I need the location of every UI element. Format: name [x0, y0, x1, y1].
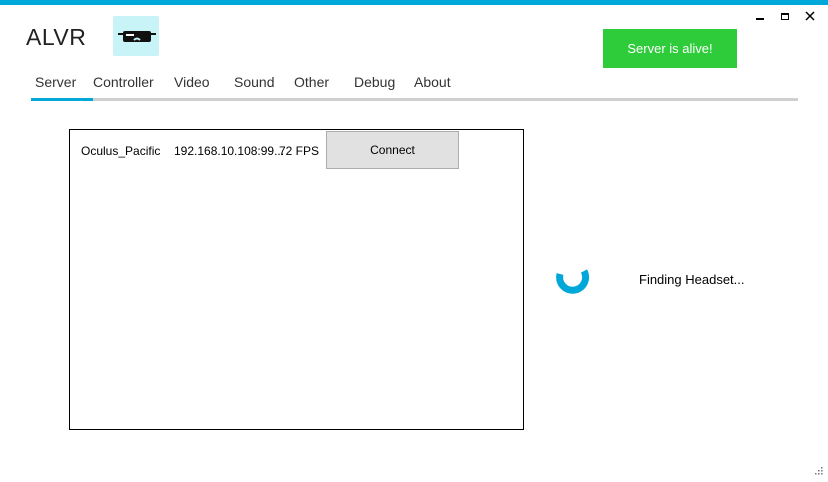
app-logo — [113, 16, 159, 56]
maximize-button[interactable] — [775, 8, 795, 24]
tab-server[interactable]: Server — [35, 74, 76, 90]
headset-list[interactable]: Oculus_Pacific 192.168.10.108:99... 72 F… — [69, 129, 524, 430]
vr-headset-icon — [118, 31, 156, 42]
finding-headset-text: Finding Headset... — [639, 272, 745, 287]
close-icon — [805, 11, 815, 21]
app-title: ALVR — [26, 24, 87, 50]
headset-address: 192.168.10.108:99... — [174, 144, 285, 158]
minimize-icon — [756, 18, 764, 20]
window-accent-bar — [0, 0, 828, 5]
tab-selected-indicator — [31, 98, 93, 101]
connect-button[interactable]: Connect — [326, 131, 459, 169]
close-button[interactable] — [800, 8, 820, 24]
headset-fps: 72 FPS — [279, 144, 320, 158]
server-status-badge: Server is alive! — [603, 29, 737, 68]
loading-spinner-icon — [556, 269, 590, 294]
resize-grip-icon[interactable] — [812, 466, 824, 478]
tab-sound[interactable]: Sound — [234, 74, 274, 90]
tab-video[interactable]: Video — [174, 74, 210, 90]
tab-about[interactable]: About — [414, 74, 451, 90]
tab-debug[interactable]: Debug — [354, 74, 395, 90]
minimize-button[interactable] — [750, 8, 770, 24]
maximize-icon — [781, 12, 789, 20]
tab-other[interactable]: Other — [294, 74, 329, 90]
headset-name: Oculus_Pacific — [81, 144, 161, 158]
tab-controller[interactable]: Controller — [93, 74, 154, 90]
tab-underline — [31, 98, 798, 101]
